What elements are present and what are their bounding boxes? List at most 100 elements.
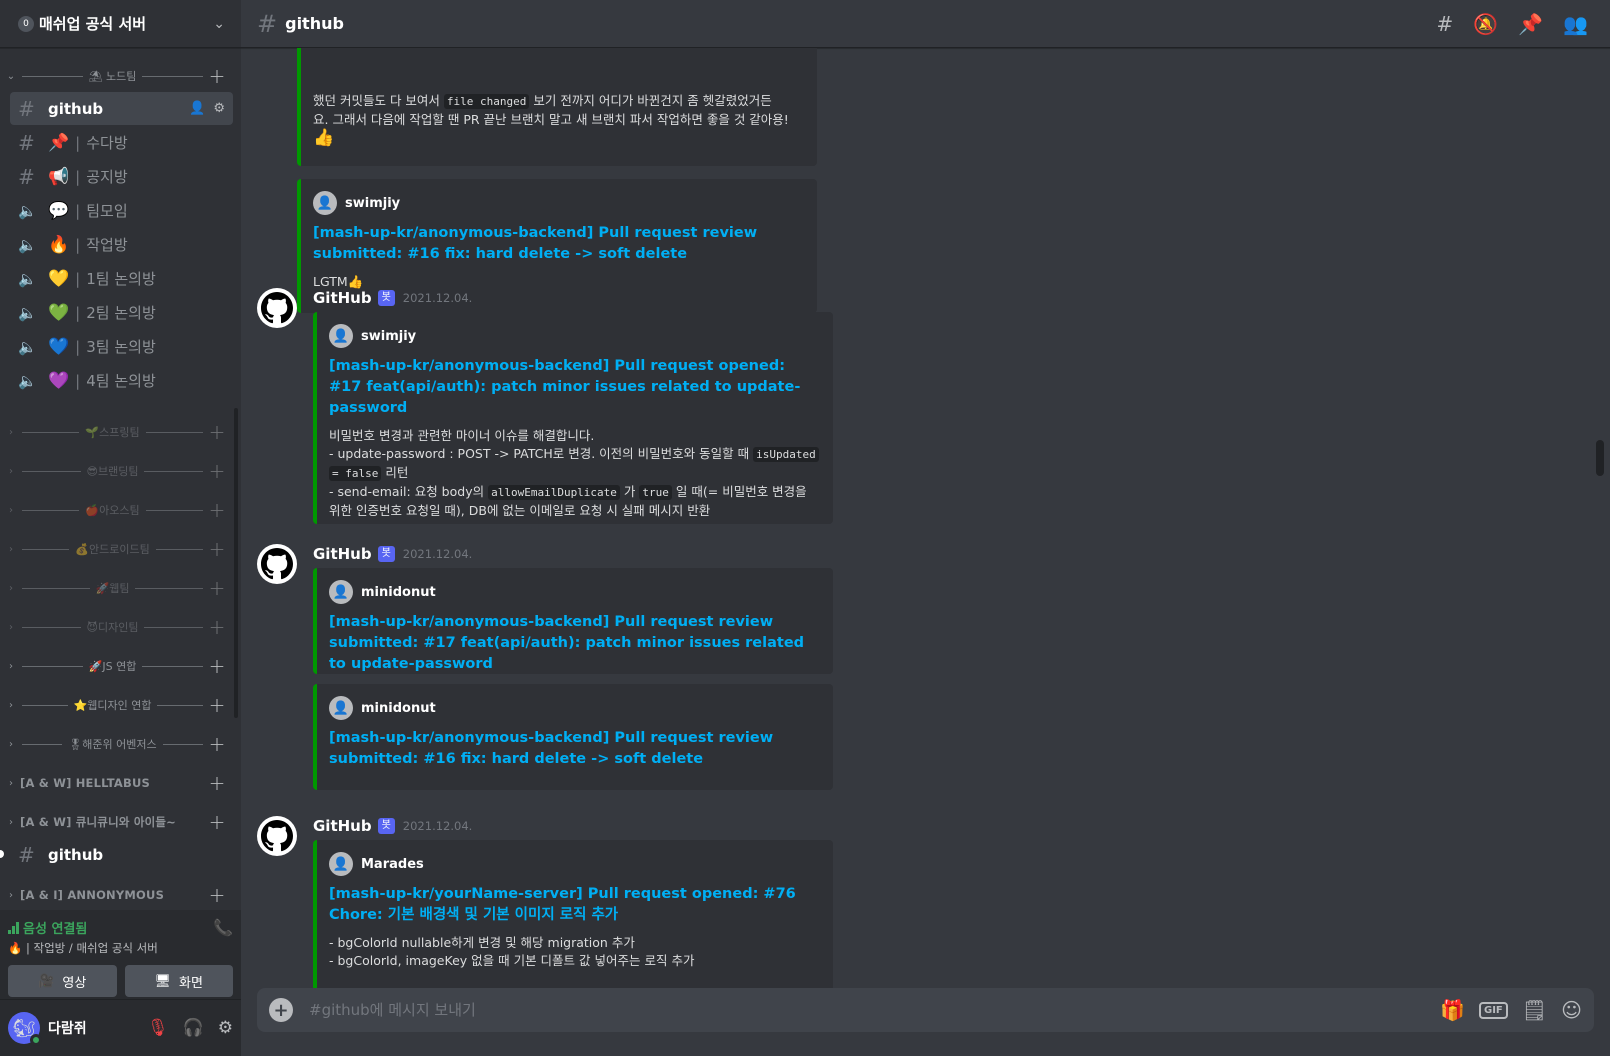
channel-github[interactable]: # github 👤 ⚙ xyxy=(10,92,233,125)
category-webdesign[interactable]: › ⭐웹디자인 연합 + xyxy=(0,690,241,720)
notification-muted-icon[interactable]: 🔕 xyxy=(1473,12,1498,36)
chevron-down-icon[interactable]: ⌄ xyxy=(213,16,225,32)
channel-github-unread[interactable]: # github xyxy=(0,838,233,871)
hash-icon: # xyxy=(18,842,35,867)
embed-author[interactable]: minidonut xyxy=(361,701,436,716)
category-android[interactable]: › 💰안드로이드팀 + xyxy=(0,534,241,564)
add-channel-icon[interactable]: + xyxy=(207,537,227,561)
category-kyuni[interactable]: › [A & W] 큐니큐니와 아이들~ + xyxy=(0,807,241,837)
voice-channel-work[interactable]: 🔈 🔥 | 작업방 xyxy=(10,228,233,261)
chevron-right-icon: › xyxy=(9,621,13,633)
channel-header: # github # 🔕 📌 👥 xyxy=(241,0,1610,48)
github-avatar[interactable] xyxy=(257,816,297,856)
add-channel-icon[interactable]: + xyxy=(207,771,227,795)
category-anon[interactable]: › [A & I] ANNONYMOUS + xyxy=(0,880,241,910)
gear-icon[interactable]: ⚙ xyxy=(218,1018,233,1038)
add-channel-icon[interactable]: + xyxy=(207,732,227,756)
add-channel-icon[interactable]: + xyxy=(207,498,227,522)
screen-share-button[interactable]: 🖥 화면 xyxy=(124,965,233,997)
message-list[interactable]: 했던 커밋들도 다 보여서 file changed 보기 전까지 어디가 바뀐… xyxy=(241,48,1610,988)
online-status-dot xyxy=(30,1034,42,1046)
category-js[interactable]: › 🚀JS 연합 + xyxy=(0,651,241,681)
channel-notice[interactable]: # 📢 | 공지방 xyxy=(10,160,233,193)
embed-title-link[interactable]: [mash-up-kr/yourName-server] Pull reques… xyxy=(329,884,821,926)
category-brand[interactable]: › 😎브랜딩팀 + xyxy=(0,456,241,486)
add-channel-icon[interactable]: + xyxy=(207,420,227,444)
category-label: [A & W] HELLTABUS xyxy=(20,776,151,790)
embed-title-link[interactable]: [mash-up-kr/anonymous-backend] Pull requ… xyxy=(329,728,821,770)
category-nodeteam[interactable]: ⌄ ⛱ 노드팀 + xyxy=(0,61,241,91)
voice-channel-team4[interactable]: 🔈 💜 | 4팀 논의방 xyxy=(10,364,233,397)
add-channel-icon[interactable]: + xyxy=(207,693,227,717)
voice-channel-team1[interactable]: 🔈 💛 | 1팀 논의방 xyxy=(10,262,233,295)
category-label: ⛱ 노드팀 xyxy=(88,70,137,83)
category-label: 😎브랜딩팀 xyxy=(86,465,139,478)
add-channel-icon[interactable]: + xyxy=(207,654,227,678)
avatar[interactable]: 👤 xyxy=(329,580,353,604)
thumbs-up-emoji: 👍 xyxy=(313,128,335,148)
channel-chat[interactable]: # 📌 | 수다방 xyxy=(10,126,233,159)
channel-list[interactable]: ⌄ ⛱ 노드팀 + # github 👤 ⚙ # 📌 | 수다방 # 📢 | 공… xyxy=(0,48,241,910)
camera-icon: 🎥 xyxy=(38,973,55,989)
category-label: 😈디자인팀 xyxy=(86,621,139,634)
voice-status[interactable]: 음성 연결됨 xyxy=(8,918,158,937)
add-channel-icon[interactable]: + xyxy=(207,459,227,483)
voice-location[interactable]: 🔥 | 작업방 / 매쉬업 공식 서버 xyxy=(8,940,158,956)
github-icon xyxy=(261,548,293,580)
category-avengers[interactable]: › 🎖해준위 어벤저스 + xyxy=(0,729,241,759)
embed-description: - bgColorId nullable하게 변경 및 해당 migration… xyxy=(329,935,695,968)
github-avatar[interactable] xyxy=(257,288,297,328)
add-channel-icon[interactable]: + xyxy=(207,615,227,639)
avatar[interactable]: 🐿 xyxy=(8,1012,42,1046)
avatar[interactable]: 👤 xyxy=(329,696,353,720)
message-author[interactable]: GitHub xyxy=(313,817,372,835)
emoji-icon[interactable]: ☺ xyxy=(1561,998,1582,1022)
add-channel-icon[interactable]: + xyxy=(207,64,227,88)
embed-author[interactable]: swimjiy xyxy=(345,196,400,211)
embed-author[interactable]: swimjiy xyxy=(361,329,416,344)
gif-icon[interactable]: GIF xyxy=(1478,1001,1508,1019)
sticker-icon[interactable]: 🗒 xyxy=(1522,998,1547,1022)
message-author[interactable]: GitHub xyxy=(313,545,372,563)
embed-title-link[interactable]: [mash-up-kr/anonymous-backend] Pull requ… xyxy=(329,356,821,419)
member-list-icon[interactable]: 👥 xyxy=(1563,12,1588,36)
threads-icon[interactable]: # xyxy=(1437,12,1454,36)
avatar[interactable]: 👤 xyxy=(313,191,337,215)
mic-muted-icon[interactable]: 🎙 xyxy=(147,1018,169,1038)
avatar[interactable]: 👤 xyxy=(329,852,353,876)
voice-channel-team2[interactable]: 🔈 💚 | 2팀 논의방 xyxy=(10,296,233,329)
invite-icon[interactable]: 👤 xyxy=(189,101,205,116)
add-channel-icon[interactable]: + xyxy=(207,810,227,834)
embed-title-link[interactable]: [mash-up-kr/anonymous-backend] Pull requ… xyxy=(329,612,821,675)
message-author[interactable]: GitHub xyxy=(313,289,372,307)
add-channel-icon[interactable]: + xyxy=(207,883,227,907)
message-scrollbar[interactable] xyxy=(1596,440,1604,476)
github-avatar[interactable] xyxy=(257,544,297,584)
category-design[interactable]: › 😈디자인팀 + xyxy=(0,612,241,642)
embed-author[interactable]: minidonut xyxy=(361,585,436,600)
gift-icon[interactable]: 🎁 xyxy=(1440,998,1465,1022)
embed-author[interactable]: Marades xyxy=(361,857,424,872)
category-spring[interactable]: › 🌱스프링팀 + xyxy=(0,417,241,447)
disconnect-icon[interactable]: 📞 xyxy=(213,918,233,937)
voice-channel-team3[interactable]: 🔈 💙 | 3팀 논의방 xyxy=(10,330,233,363)
megaphone-emoji: 📢 xyxy=(48,166,70,187)
pin-icon[interactable]: 📌 xyxy=(1518,12,1543,36)
headphones-icon[interactable]: 🎧 xyxy=(183,1018,204,1038)
server-header[interactable]: 0 매쉬업 공식 서버 ⌄ xyxy=(0,0,241,48)
category-label: [A & W] 큐니큐니와 아이들~ xyxy=(20,815,177,829)
category-helltabus[interactable]: › [A & W] HELLTABUS + xyxy=(0,768,241,798)
category-web[interactable]: › 🚀웹팀 + xyxy=(0,573,241,603)
embed-title-link[interactable]: [mash-up-kr/anonymous-backend] Pull requ… xyxy=(313,223,805,265)
sidebar-scrollbar[interactable] xyxy=(234,408,238,718)
channel-name: 작업방 xyxy=(86,236,128,254)
avatar[interactable]: 👤 xyxy=(329,324,353,348)
voice-channel-meet[interactable]: 🔈 💬 | 팀모임 xyxy=(10,194,233,227)
message-input[interactable] xyxy=(309,1001,1441,1019)
add-channel-icon[interactable]: + xyxy=(207,576,227,600)
chevron-right-icon: › xyxy=(9,889,13,901)
gear-icon[interactable]: ⚙ xyxy=(213,101,225,116)
video-button[interactable]: 🎥 영상 xyxy=(8,965,117,997)
upload-plus-icon[interactable]: + xyxy=(269,998,293,1022)
category-ios[interactable]: › 🍎아오스팀 + xyxy=(0,495,241,525)
